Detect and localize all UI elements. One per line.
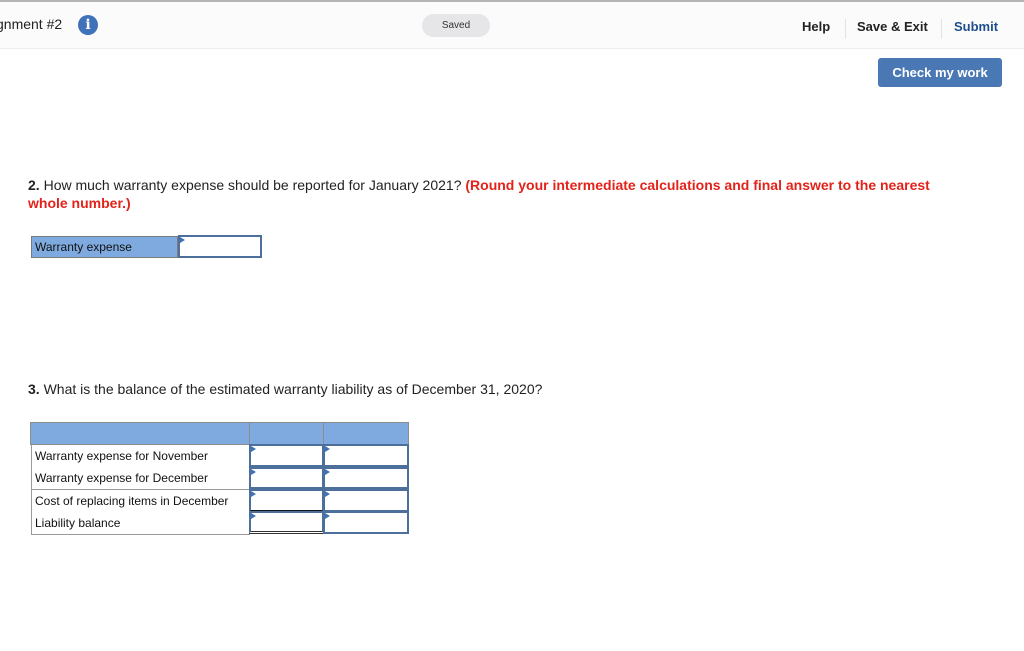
input-cell[interactable] xyxy=(249,444,324,467)
table-header-cell xyxy=(323,422,409,445)
input-marker-icon xyxy=(251,446,256,452)
dec-col1-input[interactable] xyxy=(251,469,322,487)
saved-status-badge: Saved xyxy=(422,14,490,37)
liability-col1-input[interactable] xyxy=(251,513,322,531)
question-number: 3. xyxy=(28,381,40,397)
input-marker-icon xyxy=(251,513,256,519)
input-cell[interactable] xyxy=(323,511,409,534)
nav-divider xyxy=(941,19,942,39)
save-exit-button[interactable]: Save & Exit xyxy=(857,19,928,34)
input-cell[interactable] xyxy=(249,489,324,512)
cost-col2-input[interactable] xyxy=(325,491,407,510)
question-3: 3. What is the balance of the estimated … xyxy=(28,380,828,398)
nav-divider xyxy=(845,19,846,39)
table-header-cell xyxy=(30,422,250,445)
question-text: What is the balance of the estimated war… xyxy=(39,381,543,397)
input-marker-icon xyxy=(325,469,330,475)
row-label-cost-replacing: Cost of replacing items in December xyxy=(31,490,250,513)
check-my-work-button[interactable]: Check my work xyxy=(878,58,1002,87)
warranty-expense-input[interactable] xyxy=(180,237,260,256)
input-cell[interactable] xyxy=(249,511,324,534)
question-number: 2. xyxy=(28,177,40,193)
input-cell[interactable] xyxy=(323,489,409,512)
input-marker-icon xyxy=(325,491,330,497)
row-label-liability-balance: Liability balance xyxy=(31,512,250,535)
warranty-expense-label: Warranty expense xyxy=(31,236,178,258)
input-marker-icon xyxy=(325,446,330,452)
submit-button[interactable]: Submit xyxy=(954,19,998,34)
info-icon[interactable]: i xyxy=(78,15,98,35)
table-header-cell xyxy=(249,422,324,445)
input-cell[interactable] xyxy=(323,444,409,467)
input-marker-icon xyxy=(251,469,256,475)
question-2: 2. How much warranty expense should be r… xyxy=(28,176,958,212)
input-marker-icon xyxy=(325,513,330,519)
warranty-expense-input-cell[interactable] xyxy=(178,235,262,258)
nov-col2-input[interactable] xyxy=(325,446,407,465)
input-cell[interactable] xyxy=(249,467,324,489)
row-label-warranty-december: Warranty expense for December xyxy=(31,467,250,490)
dec-col2-input[interactable] xyxy=(325,469,407,487)
cost-col1-input[interactable] xyxy=(251,491,322,510)
input-marker-icon xyxy=(251,491,256,497)
top-bar: gnment #2 i Saved Help Save & Exit Submi… xyxy=(0,0,1024,49)
question-text: How much warranty expense should be repo… xyxy=(39,177,466,193)
input-cell[interactable] xyxy=(323,467,409,489)
assignment-title: gnment #2 xyxy=(0,16,63,32)
input-marker-icon xyxy=(180,237,185,243)
nov-col1-input[interactable] xyxy=(251,446,322,465)
liability-col2-input[interactable] xyxy=(325,513,407,532)
help-button[interactable]: Help xyxy=(802,19,830,34)
row-label-warranty-november: Warranty expense for November xyxy=(31,445,250,468)
